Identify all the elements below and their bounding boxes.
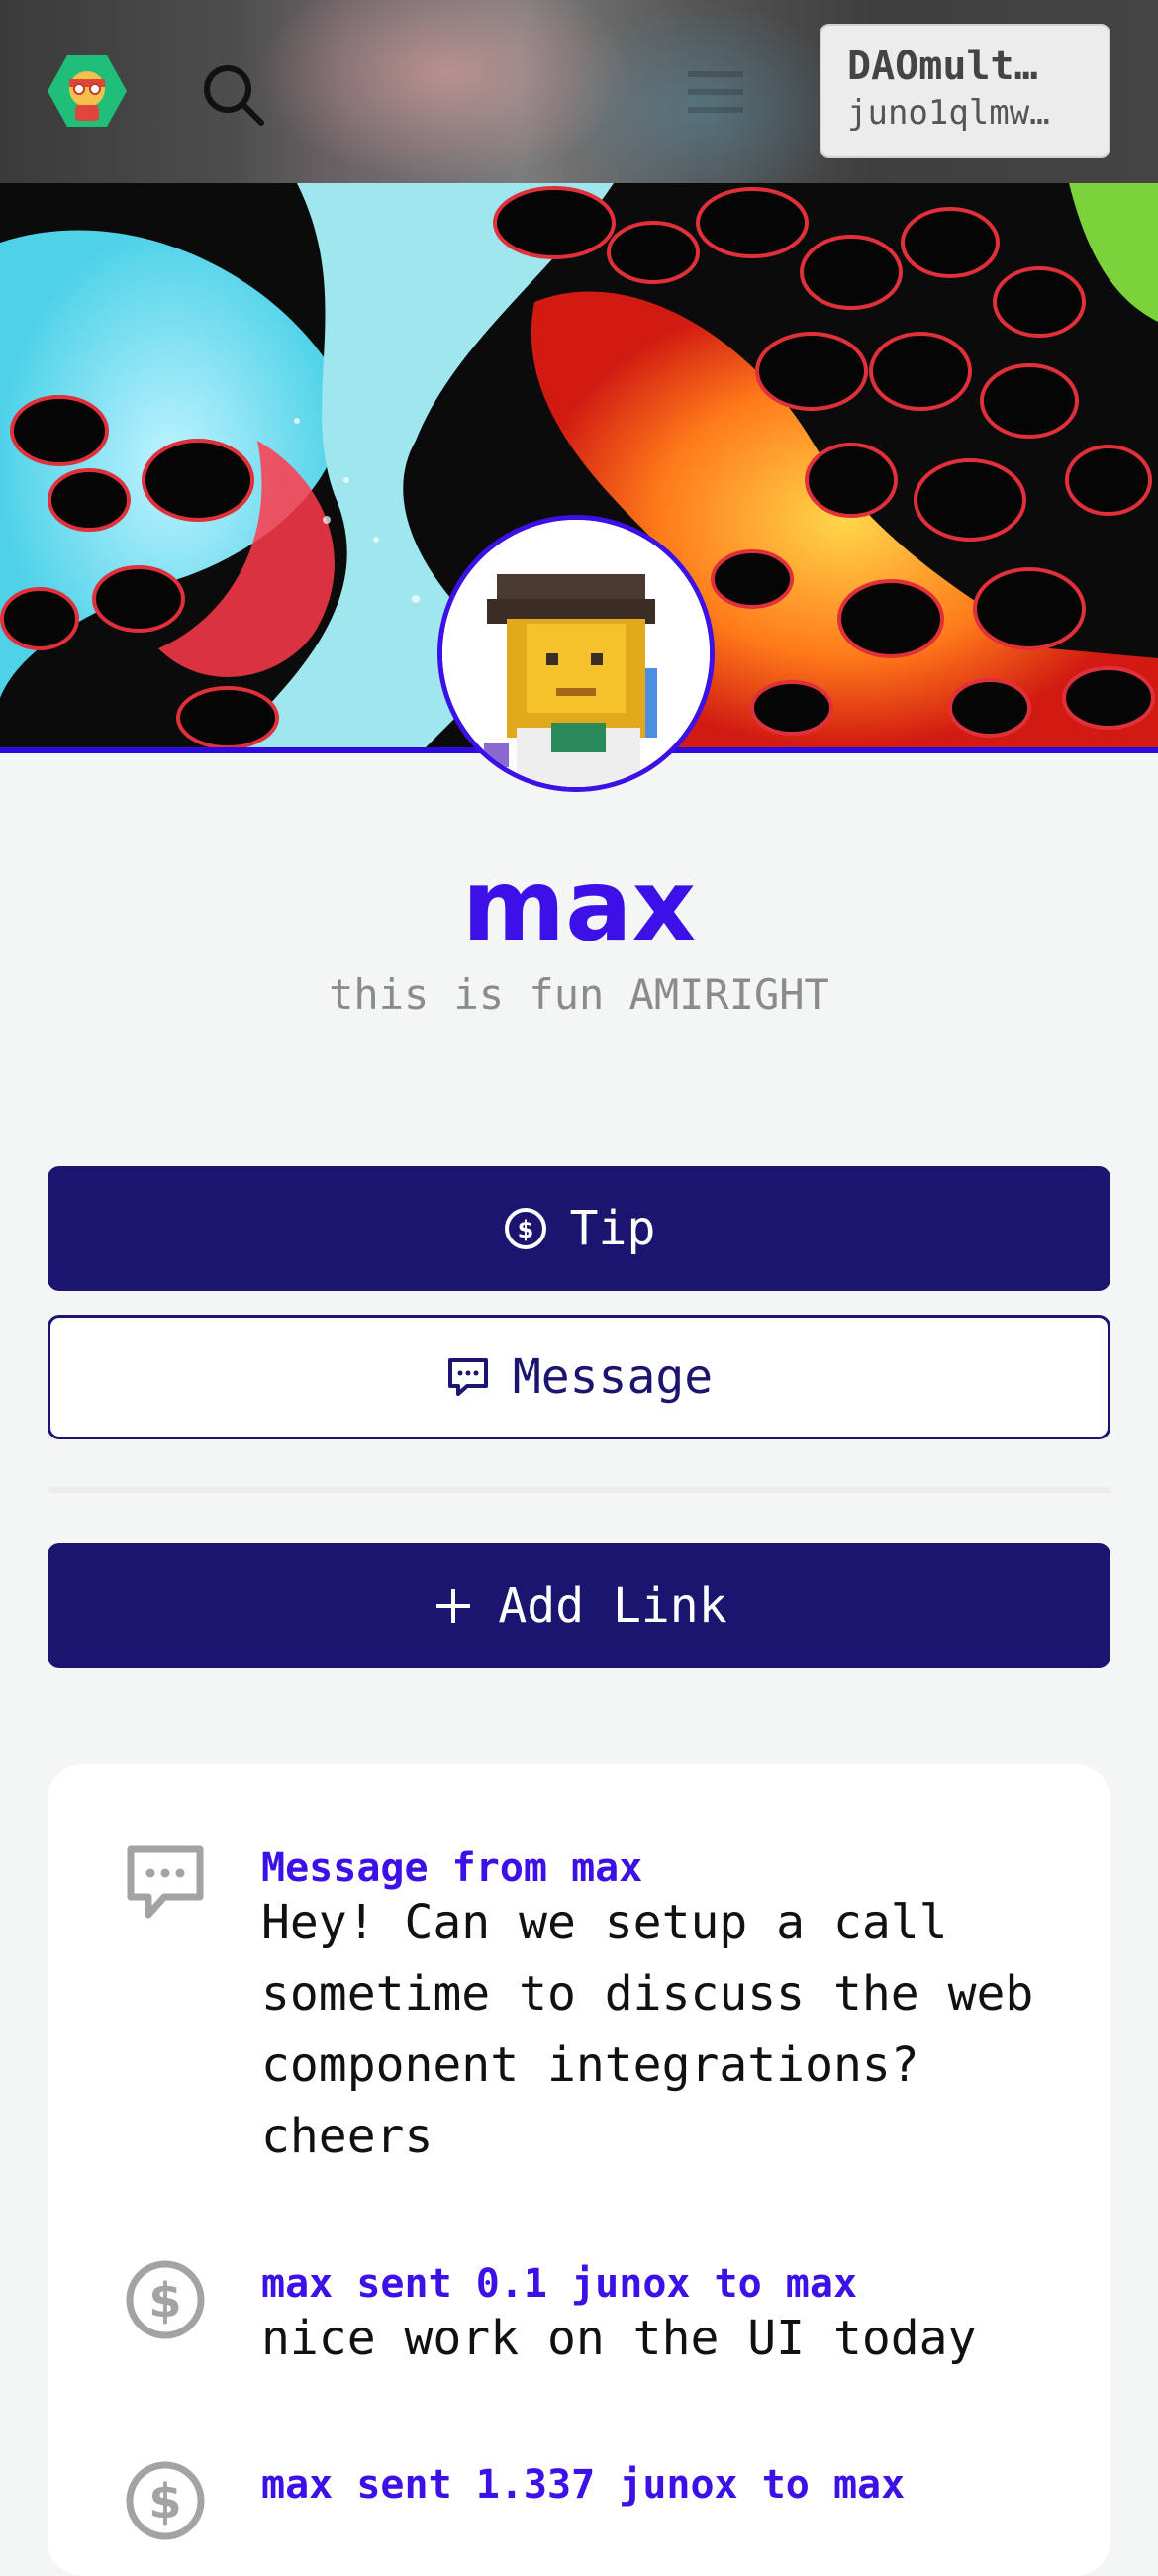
tip-button-label: Tip [569,1201,656,1256]
feed-item-body: nice work on the UI today [261,2311,977,2366]
svg-text:$: $ [148,2273,181,2328]
message-button-label: Message [512,1349,714,1405]
feed-item-title: max sent 0.1 junox to max [261,2261,858,2307]
activity-feed: Message from max Hey! Can we setup a cal… [48,1764,1110,2576]
add-link-button-label: Add Link [498,1578,727,1634]
feed-item-title: max sent 1.337 junox to max [261,2462,906,2508]
menu-icon[interactable] [688,69,743,115]
feed-item-title: Message from max [261,1845,643,1891]
message-button[interactable]: Message [48,1315,1110,1439]
top-bar: DAOmult… juno1qlmw… [0,0,1158,183]
chat-icon [125,1843,206,1925]
chat-icon [445,1354,491,1400]
app-logo[interactable] [48,51,127,131]
feed-item-body: Hey! Can we setup a call sometime to dis… [261,1895,1034,2164]
svg-text:$: $ [517,1216,533,1243]
tip-button[interactable]: $ Tip [48,1166,1110,1291]
dollar-icon: $ [503,1206,548,1251]
search-icon[interactable] [198,59,269,131]
divider [48,1487,1110,1493]
wallet-name: DAOmult… [847,44,1038,89]
add-link-button[interactable]: Add Link [48,1543,1110,1668]
dollar-icon: $ [125,2460,206,2541]
profile-avatar[interactable] [437,515,715,792]
profile-name: max [461,847,697,963]
dollar-icon: $ [125,2259,206,2340]
plus-icon [431,1583,476,1629]
svg-text:$: $ [148,2474,181,2529]
wallet-button[interactable]: DAOmult… juno1qlmw… [820,24,1110,158]
wallet-address: juno1qlmw… [847,93,1050,133]
profile-bio: this is fun AMIRIGHT [329,970,829,1019]
